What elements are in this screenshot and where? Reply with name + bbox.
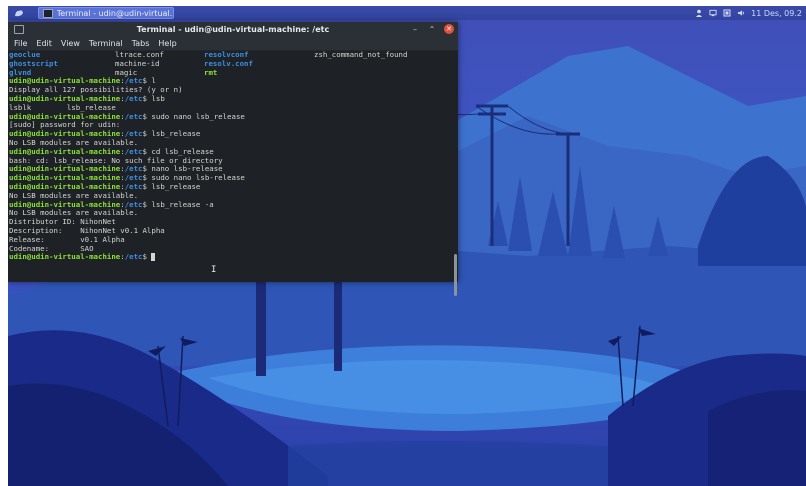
system-tray: 11 Des, 09.2 — [695, 9, 806, 18]
prompt-path: /etc — [124, 93, 143, 103]
menu-view[interactable]: View — [61, 39, 80, 48]
prompt-path: /etc — [124, 252, 143, 262]
prompt-user: udin@udin-virtual-machine — [9, 199, 121, 209]
whisker-menu-icon[interactable] — [8, 6, 30, 20]
command-text: lsb — [146, 93, 165, 103]
menu-terminal[interactable]: Terminal — [89, 39, 123, 48]
taskbar-terminal-button[interactable]: Terminal - udin@udin-virtual... — [38, 7, 174, 19]
prompt-path: /etc — [124, 76, 143, 86]
command-text: cd lsb_release — [146, 146, 214, 156]
prompt-user: udin@udin-virtual-machine — [9, 181, 121, 191]
prompt-path: /etc — [124, 111, 143, 121]
person-icon[interactable] — [695, 9, 703, 17]
prompt-user: udin@udin-virtual-machine — [9, 111, 121, 121]
prompt-path: /etc — [124, 173, 143, 183]
command-text: lsb_release -a — [146, 199, 214, 209]
prompt-path: /etc — [124, 181, 143, 191]
command-text: sudo nano lsb-release — [146, 173, 245, 183]
panel-clock[interactable]: 11 Des, 09.2 — [751, 9, 802, 18]
prompt-user: udin@udin-virtual-machine — [9, 76, 121, 86]
top-panel: Terminal - udin@udin-virtual... 11 Des, … — [8, 6, 806, 20]
ls-entry: zsh_command_not_found — [314, 51, 408, 59]
prompt-path: /etc — [124, 164, 143, 174]
minimize-icon[interactable]: – — [410, 24, 420, 34]
menu-tabs[interactable]: Tabs — [132, 39, 150, 48]
prompt-user: udin@udin-virtual-machine — [9, 129, 121, 139]
command-text: lsb_release — [146, 181, 201, 191]
battery-icon[interactable] — [723, 9, 731, 17]
desktop-screen: Terminal - udin@udin-virtual... 11 Des, … — [8, 6, 806, 486]
terminal-scrollbar[interactable] — [454, 254, 457, 296]
prompt-user: udin@udin-virtual-machine — [9, 252, 121, 262]
ibeam-cursor-icon: I — [211, 265, 217, 275]
terminal-titlebar[interactable]: Terminal - udin@udin-virtual-machine: /e… — [8, 22, 458, 36]
ls-entry — [314, 69, 454, 78]
ls-entry: rmt — [204, 67, 218, 77]
ls-entry — [314, 60, 454, 69]
prompt-path: /etc — [124, 199, 143, 209]
terminal-window-title: Terminal - udin@udin-virtual-machine: /e… — [136, 24, 330, 34]
maximize-icon[interactable]: ⌃ — [427, 24, 437, 34]
ls-entry: resolv.conf — [204, 58, 253, 68]
command-text: nano lsb-release — [146, 164, 223, 174]
network-icon[interactable] — [709, 9, 717, 17]
prompt-user: udin@udin-virtual-machine — [9, 93, 121, 103]
text-cursor — [151, 253, 156, 262]
command-text: lsb_release — [146, 129, 201, 139]
terminal-menubar: File Edit View Terminal Tabs Help — [8, 36, 458, 51]
terminal-output[interactable]: geoclue ltrace.conf resolvconf zsh_command_… — [8, 51, 455, 282]
menu-edit[interactable]: Edit — [36, 39, 52, 48]
prompt-path: /etc — [124, 129, 143, 139]
window-controls: – ⌃ ✕ — [410, 24, 454, 34]
ls-output-row: ghostscript machine-id resolv.conf — [9, 58, 455, 69]
terminal-icon — [43, 8, 53, 18]
terminal-window[interactable]: Terminal - udin@udin-virtual-machine: /e… — [8, 22, 458, 296]
prompt-user: udin@udin-virtual-machine — [9, 164, 121, 174]
prompt-user: udin@udin-virtual-machine — [9, 173, 121, 183]
prompt-path: /etc — [124, 146, 143, 156]
command-text: l — [146, 76, 156, 86]
taskbar-terminal-label: Terminal - udin@udin-virtual... — [56, 8, 173, 18]
menu-file[interactable]: File — [14, 39, 27, 48]
volume-icon[interactable] — [737, 9, 745, 17]
menu-help[interactable]: Help — [158, 39, 176, 48]
close-icon[interactable]: ✕ — [444, 24, 454, 34]
prompt-user: udin@udin-virtual-machine — [9, 146, 121, 156]
command-text: sudo nano lsb_release — [146, 111, 245, 121]
prompt-line: udin@udin-virtual-machine:/etc$ — [9, 252, 455, 262]
